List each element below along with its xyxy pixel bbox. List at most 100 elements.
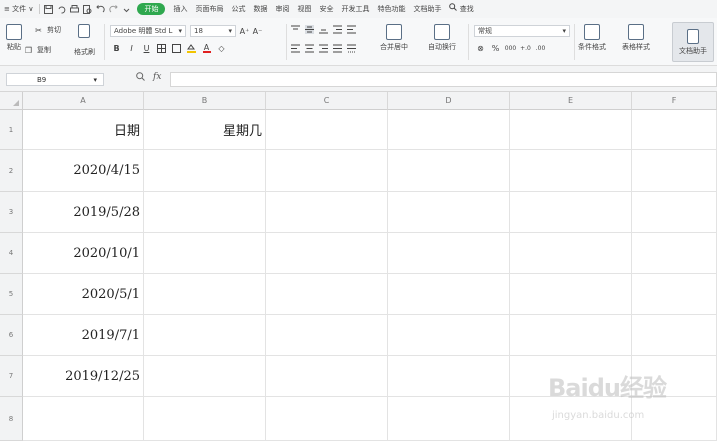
cell-e3[interactable] xyxy=(510,192,632,233)
cell-f5[interactable] xyxy=(632,274,717,315)
cell-c4[interactable] xyxy=(266,233,388,274)
redo-icon[interactable] xyxy=(108,4,119,15)
formula-input[interactable] xyxy=(170,72,717,87)
doc-helper-button[interactable]: 文档助手 xyxy=(672,22,714,62)
cell-a8[interactable] xyxy=(23,397,144,441)
cell-e6[interactable] xyxy=(510,315,632,356)
bold-button[interactable]: B xyxy=(112,44,121,53)
cell-a2[interactable]: 2020/4/15 xyxy=(23,150,144,192)
cell-style-icon[interactable] xyxy=(172,44,181,53)
tab-insert[interactable]: 插入 xyxy=(169,0,191,18)
cell-b6[interactable] xyxy=(144,315,266,356)
undo-history-icon[interactable] xyxy=(56,4,67,15)
row-header-5[interactable]: 5 xyxy=(0,274,23,315)
cell-a5[interactable]: 2020/5/1 xyxy=(23,274,144,315)
cell-b2[interactable] xyxy=(144,150,266,192)
cell-e5[interactable] xyxy=(510,274,632,315)
cell-c3[interactable] xyxy=(266,192,388,233)
wrap-text-button[interactable]: 自动换行 xyxy=(428,24,456,52)
insert-function-button[interactable]: fx xyxy=(153,72,161,82)
cell-f3[interactable] xyxy=(632,192,717,233)
indent-decrease-icon[interactable] xyxy=(333,25,342,34)
row-header-7[interactable]: 7 xyxy=(0,356,23,397)
cell-e1[interactable] xyxy=(510,110,632,150)
cell-d7[interactable] xyxy=(388,356,510,397)
cell-a1[interactable]: 日期 xyxy=(23,110,144,150)
font-color-button[interactable]: A xyxy=(202,44,211,53)
name-box[interactable]: B9 ▾ xyxy=(6,73,104,86)
font-size-select[interactable]: 18 ▾ xyxy=(190,25,236,37)
cell-a3[interactable]: 2019/5/28 xyxy=(23,192,144,233)
tab-doc-helper[interactable]: 文档助手 xyxy=(409,0,445,18)
row-header-8[interactable]: 8 xyxy=(0,397,23,441)
tab-developer[interactable]: 开发工具 xyxy=(337,0,373,18)
decrease-decimal-icon[interactable]: .00 xyxy=(536,44,546,53)
format-painter-button[interactable] xyxy=(78,24,90,40)
undo-icon[interactable] xyxy=(95,4,106,15)
copy-button[interactable]: ❐ 复制 xyxy=(24,45,51,55)
row-header-4[interactable]: 4 xyxy=(0,233,23,274)
cell-a6[interactable]: 2019/7/1 xyxy=(23,315,144,356)
tab-view[interactable]: 视图 xyxy=(293,0,315,18)
paste-button[interactable]: 粘贴 xyxy=(6,24,22,52)
table-style-button[interactable]: 表格样式 xyxy=(622,24,650,52)
fill-color-icon[interactable] xyxy=(187,44,196,53)
increase-decimal-icon[interactable]: +.0 xyxy=(520,44,531,53)
tab-special-features[interactable]: 特色功能 xyxy=(373,0,409,18)
tab-formulas[interactable]: 公式 xyxy=(227,0,249,18)
thousands-separator-button[interactable]: 000 xyxy=(505,44,516,53)
cell-c2[interactable] xyxy=(266,150,388,192)
conditional-format-button[interactable]: 条件格式 xyxy=(578,24,606,52)
cell-a4[interactable]: 2020/10/1 xyxy=(23,233,144,274)
cell-c7[interactable] xyxy=(266,356,388,397)
tab-review[interactable]: 审阅 xyxy=(271,0,293,18)
save-icon[interactable] xyxy=(43,4,54,15)
cell-c1[interactable] xyxy=(266,110,388,150)
cell-c5[interactable] xyxy=(266,274,388,315)
select-all-corner[interactable] xyxy=(0,92,23,110)
cell-b1[interactable]: 星期几 xyxy=(144,110,266,150)
tab-page-layout[interactable]: 页面布局 xyxy=(191,0,227,18)
merge-center-button[interactable]: 合并居中 xyxy=(380,24,408,52)
cell-b7[interactable] xyxy=(144,356,266,397)
row-header-3[interactable]: 3 xyxy=(0,192,23,233)
cell-f2[interactable] xyxy=(632,150,717,192)
align-middle-icon[interactable] xyxy=(305,25,314,34)
cell-d3[interactable] xyxy=(388,192,510,233)
zoom-icon[interactable] xyxy=(136,72,145,84)
column-header-c[interactable]: C xyxy=(266,92,388,110)
cell-c8[interactable] xyxy=(266,397,388,441)
cell-d2[interactable] xyxy=(388,150,510,192)
tab-security[interactable]: 安全 xyxy=(315,0,337,18)
cell-b8[interactable] xyxy=(144,397,266,441)
cell-f1[interactable] xyxy=(632,110,717,150)
decrease-font-icon[interactable]: A⁻ xyxy=(253,27,263,36)
row-header-6[interactable]: 6 xyxy=(0,315,23,356)
cell-d5[interactable] xyxy=(388,274,510,315)
align-center-icon[interactable] xyxy=(305,44,314,53)
cell-e4[interactable] xyxy=(510,233,632,274)
cell-f4[interactable] xyxy=(632,233,717,274)
indent-increase-icon[interactable] xyxy=(347,25,356,34)
cell-b5[interactable] xyxy=(144,274,266,315)
tab-home[interactable]: 开始 xyxy=(137,3,166,15)
border-icon[interactable] xyxy=(157,44,166,53)
row-header-1[interactable]: 1 xyxy=(0,110,23,150)
cell-a7[interactable]: 2019/12/25 xyxy=(23,356,144,397)
clear-format-icon[interactable]: ◇ xyxy=(217,44,226,53)
align-bottom-icon[interactable] xyxy=(319,25,328,34)
cut-button[interactable]: ✂ 剪切 xyxy=(34,25,61,35)
app-menu-button[interactable]: ≡ 文件 ∨ xyxy=(0,0,37,18)
column-header-b[interactable]: B xyxy=(144,92,266,110)
row-header-2[interactable]: 2 xyxy=(0,150,23,192)
print-icon[interactable] xyxy=(69,4,80,15)
column-header-f[interactable]: F xyxy=(632,92,717,110)
align-left-icon[interactable] xyxy=(291,44,300,53)
number-format-select[interactable]: 常规 ▾ xyxy=(474,25,570,37)
cell-b3[interactable] xyxy=(144,192,266,233)
tab-data[interactable]: 数据 xyxy=(249,0,271,18)
underline-button[interactable]: U xyxy=(142,44,151,53)
align-top-icon[interactable] xyxy=(291,25,300,34)
print-preview-icon[interactable] xyxy=(82,4,93,15)
percent-button[interactable]: % xyxy=(491,44,500,53)
